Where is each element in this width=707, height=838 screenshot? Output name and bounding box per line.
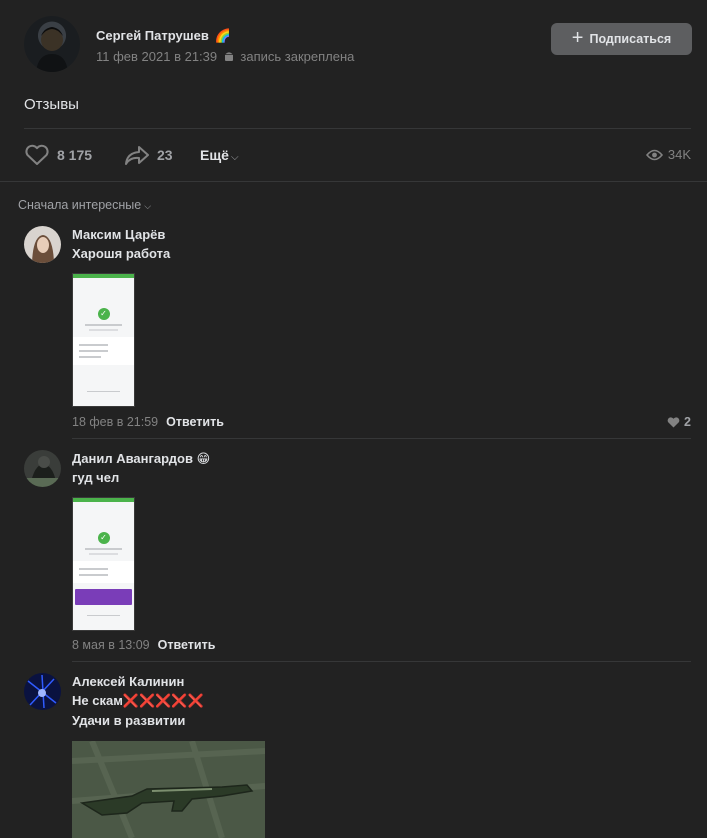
comment-text-line2: Удачи в развитии: [72, 713, 186, 728]
comment-date[interactable]: 18 фев в 21:59: [72, 415, 158, 429]
share-count[interactable]: 23: [157, 147, 173, 163]
reply-button[interactable]: Ответить: [166, 415, 224, 429]
post-header: Сергей Патрушев 🌈 11 фев 2021 в 21:39 за…: [0, 0, 707, 90]
comment-like-count: 2: [684, 415, 691, 429]
comment-text-line1: Не скам❌❌❌❌❌: [72, 693, 204, 708]
commenter-name[interactable]: Данил Авангардов 😁: [72, 451, 210, 467]
post-date[interactable]: 11 фев 2021 в 21:39: [96, 49, 217, 64]
post-divider: [24, 128, 691, 129]
grin-emoji: 😁: [196, 451, 211, 466]
commenter-avatar[interactable]: [24, 450, 61, 487]
pinned-label: запись закреплена: [240, 49, 355, 64]
attachment-image[interactable]: [72, 741, 265, 838]
comment-meta: 18 фев в 21:59 Ответить: [72, 415, 224, 429]
section-divider: [0, 181, 707, 182]
more-button[interactable]: Ещё ⌵: [200, 147, 239, 163]
chevron-down-icon: ⌵: [144, 201, 152, 211]
comment-meta: 8 мая в 13:09 Ответить: [72, 638, 215, 652]
plus-icon: +: [571, 27, 584, 49]
heart-icon[interactable]: [24, 144, 50, 166]
subscribe-button[interactable]: + Подписаться: [551, 23, 692, 55]
views-counter: 34K: [645, 147, 691, 162]
attachment-screenshot[interactable]: ✓: [72, 497, 135, 631]
author-name[interactable]: Сергей Патрушев 🌈: [96, 28, 231, 44]
chevron-down-icon: ⌵: [230, 152, 239, 163]
more-label: Ещё: [200, 147, 229, 163]
author-name-text[interactable]: Сергей Патрушев: [96, 28, 209, 43]
commenter-name[interactable]: Максим Царёв: [72, 227, 165, 242]
commenter-avatar[interactable]: [24, 673, 61, 710]
comment-divider: [72, 661, 691, 662]
commenter-avatar[interactable]: [24, 226, 61, 263]
comment-like-button[interactable]: 2: [667, 415, 691, 429]
share-icon[interactable]: [123, 144, 151, 166]
commenter-name[interactable]: Алексей Калинин: [72, 674, 184, 689]
like-count[interactable]: 8 175: [57, 147, 92, 163]
heart-icon: [667, 416, 680, 427]
post-actions: 8 175 23 Ещё ⌵ 34K: [0, 140, 707, 170]
comment-text: гуд чел: [72, 470, 120, 485]
comment-divider: [72, 438, 691, 439]
subscribe-label: Подписаться: [589, 32, 672, 46]
comments-sort-dropdown[interactable]: Сначала интересные ⌵: [18, 198, 151, 212]
post-meta: 11 фев 2021 в 21:39 запись закреплена: [96, 49, 354, 64]
rainbow-emoji: 🌈: [214, 28, 231, 43]
comments-sort-label: Сначала интересные: [18, 198, 142, 212]
post-text: Отзывы: [24, 96, 79, 113]
android-icon: [224, 52, 233, 61]
comment-date[interactable]: 8 мая в 13:09: [72, 638, 150, 652]
reply-button[interactable]: Ответить: [158, 638, 216, 652]
comment-text: Харошя работа: [72, 246, 171, 261]
author-avatar[interactable]: [24, 16, 80, 72]
views-count: 34K: [667, 147, 691, 162]
attachment-screenshot[interactable]: ✓: [72, 273, 135, 407]
eye-icon: [645, 149, 663, 160]
commenter-name-text[interactable]: Данил Авангардов: [72, 451, 193, 466]
